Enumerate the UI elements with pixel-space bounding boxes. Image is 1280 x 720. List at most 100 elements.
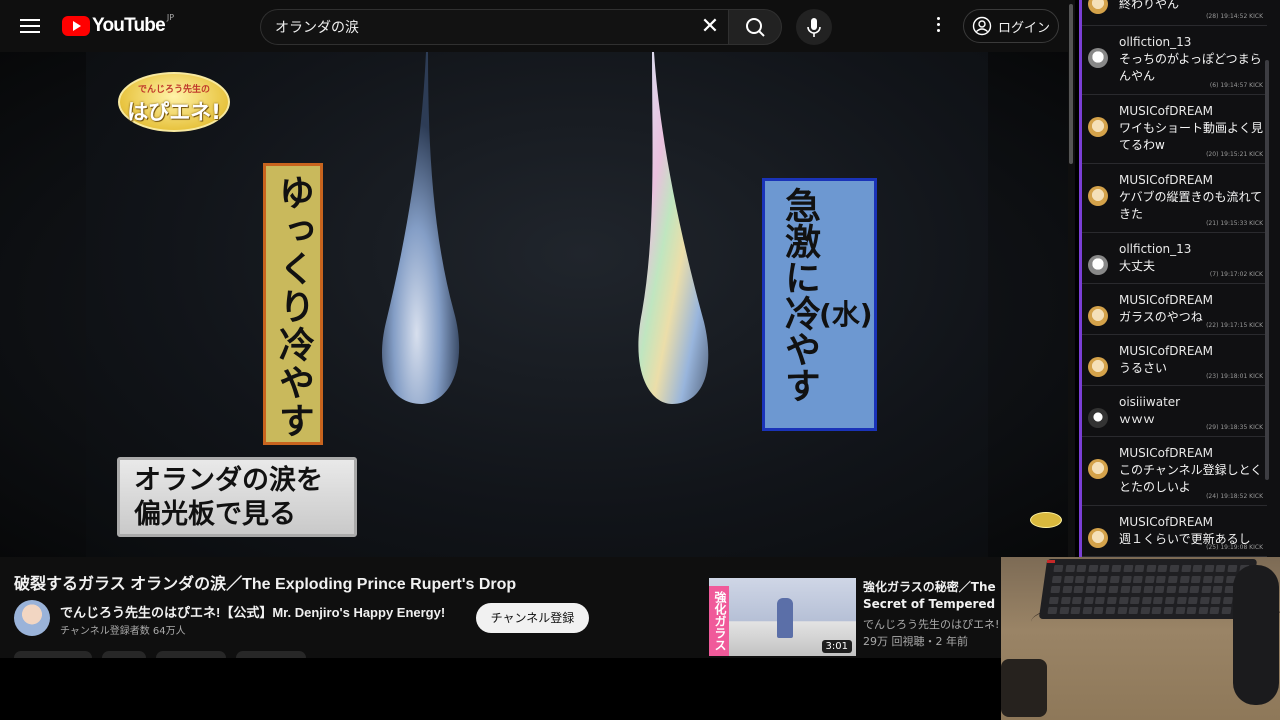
caption-line-2: 偏光板で見る (134, 499, 296, 530)
keyboard-key (1063, 575, 1074, 583)
share-button[interactable] (102, 651, 146, 658)
chat-message: MUSICofDREAM このチャンネル登録しとくとたのしいよ (24) 19:18… (1082, 437, 1267, 506)
chat-username: MUSICofDREAM (1119, 173, 1213, 187)
keyboard-key (1109, 575, 1120, 583)
chat-scrollbar-thumb[interactable] (1265, 60, 1269, 480)
keyboard-key (1178, 586, 1189, 593)
keyboard-key (1164, 596, 1175, 604)
chat-timestamp: (25) 19:19:08 KICK (1206, 544, 1263, 551)
water-label: (水) (819, 298, 873, 331)
chat-message: MUSICofDREAM うるさい (23) 19:18:01 KICK (1082, 335, 1267, 386)
chat-username: ollfiction_13 (1119, 35, 1192, 49)
keyboard-key (1151, 607, 1162, 614)
logo-text: YouTube (92, 15, 166, 36)
keyboard-key (1053, 565, 1064, 572)
like-button[interactable] (14, 651, 92, 658)
search-button[interactable] (728, 9, 782, 45)
chat-message: ollfiction_13 そっちのがよっぽどつまらんやん (6) 19:14:57… (1082, 26, 1267, 95)
chat-timestamp: (24) 19:18:52 KICK (1206, 493, 1263, 500)
keyboard-key (1180, 565, 1191, 572)
keyboard-key (1048, 596, 1059, 604)
chat-message: 終わりやん (28) 19:14:52 KICK (1082, 0, 1267, 26)
chat-scrollbar[interactable] (1263, 0, 1271, 557)
clear-search-icon[interactable]: ✕ (698, 16, 722, 40)
keyboard-key (1157, 565, 1168, 572)
youtube-logo[interactable]: YouTube JP (62, 12, 175, 37)
keyboard-key (1130, 596, 1141, 604)
keyboard-key (1204, 565, 1215, 572)
keyboard-key (1143, 586, 1154, 593)
keyboard-key (1105, 607, 1116, 614)
logo-country-code: JP (166, 12, 175, 22)
keyboard-key (1188, 596, 1199, 604)
chat-message: MUSICofDREAM 週１くらいで更新あるし (25) 19:19:08 KIC… (1082, 506, 1267, 557)
keyboard-key (1167, 575, 1178, 583)
chat-avatar (1088, 0, 1108, 14)
keyboard-key (1086, 575, 1097, 583)
keyboard-key (1083, 596, 1094, 604)
voice-search-button[interactable] (796, 9, 832, 45)
chat-avatar (1088, 117, 1108, 137)
keyboard-key (1141, 596, 1152, 604)
microphone-icon (807, 18, 821, 37)
keyboard-key (1189, 586, 1200, 593)
keyboard-key (1070, 607, 1081, 614)
video-actions (14, 650, 344, 658)
recommended-title[interactable]: 強化ガラスの秘密／The Secret of Tempered Glass (863, 579, 1003, 615)
video-title: 破裂するガラス オランダの涙／The Exploding Prince Rupe… (14, 576, 517, 593)
keyboard-key (1201, 586, 1212, 593)
keyboard-key (1096, 586, 1107, 593)
chat-text: 終わりやん (1119, 0, 1180, 11)
download-button[interactable] (156, 651, 226, 658)
chat-username: oisiiiwater (1119, 395, 1181, 409)
keyboard-key (1095, 596, 1106, 604)
chat-text: ケバブの縦置きのも流れてきた (1119, 190, 1263, 221)
keyboard-key (1047, 607, 1058, 614)
chat-username: MUSICofDREAM (1119, 515, 1213, 529)
keyboard-key (1166, 586, 1177, 593)
chat-username: MUSICofDREAM (1119, 344, 1213, 358)
keyboard-key (1154, 586, 1165, 593)
menu-icon[interactable] (18, 15, 42, 37)
chat-message: MUSICofDREAM ワイもショート動画よく見てるわw (20) 19:15:2… (1082, 95, 1267, 164)
channel-name[interactable]: でんじろう先生のはぴエネ!【公式】Mr. Denjiro's Happy Ene… (60, 602, 445, 621)
youtube-page: YouTube JP ✕ ログイン でんじろう先生の (0, 0, 1075, 658)
video-duration: 3:01 (821, 640, 852, 653)
recommended-channel[interactable]: でんじろう先生のはぴエネ!【 (863, 616, 1001, 632)
keyboard-key (1214, 575, 1225, 583)
chat-avatar (1088, 528, 1108, 548)
keyboard-key (1085, 586, 1096, 593)
chat-timestamp: (22) 19:17:15 KICK (1206, 322, 1263, 329)
chat-avatar (1088, 459, 1108, 479)
chat-message: ollfiction_13 大丈夫 (7) 19:17:02 KICK (1082, 233, 1267, 284)
keyboard-key (1122, 565, 1133, 572)
keyboard-key (1120, 586, 1131, 593)
channel-watermark[interactable] (1030, 512, 1062, 528)
keyboard-key (1088, 565, 1099, 572)
webcam-feed (1001, 557, 1280, 720)
subscribe-button[interactable]: チャンネル登録 (476, 603, 589, 633)
login-button[interactable]: ログイン (963, 9, 1059, 43)
page-scrollbar-thumb[interactable] (1069, 4, 1073, 164)
keyboard-key (1163, 607, 1174, 614)
show-logo-top: でんじろう先生の (137, 85, 210, 95)
keyboard-key (1179, 575, 1190, 583)
search-input[interactable] (261, 19, 681, 35)
more-options-icon[interactable] (928, 14, 948, 38)
rapid-cooling-box: 急激に冷やす (水) (762, 178, 877, 431)
keyboard-key (1221, 607, 1232, 614)
save-button[interactable] (236, 651, 306, 658)
keyboard-key (1128, 607, 1139, 614)
recommended-thumbnail[interactable]: 強化ガラス 3:01 (709, 578, 856, 656)
chat-timestamp: (29) 19:18:35 KICK (1206, 424, 1263, 431)
keyboard-key (1211, 596, 1222, 604)
keyboard-key (1111, 565, 1122, 572)
glass-drop-right (638, 52, 709, 404)
video-player[interactable]: でんじろう先生の はぴエネ! ゆっくり冷やす 急激に冷やす (水) オランダの涙… (0, 52, 1075, 557)
keyboard-key (1133, 575, 1144, 583)
keyboard-key (1075, 575, 1086, 583)
channel-avatar[interactable] (14, 600, 50, 636)
keyboard-key (1198, 607, 1209, 614)
search-icon (746, 18, 765, 37)
thumbnail-tag: 強化ガラス (709, 586, 729, 656)
